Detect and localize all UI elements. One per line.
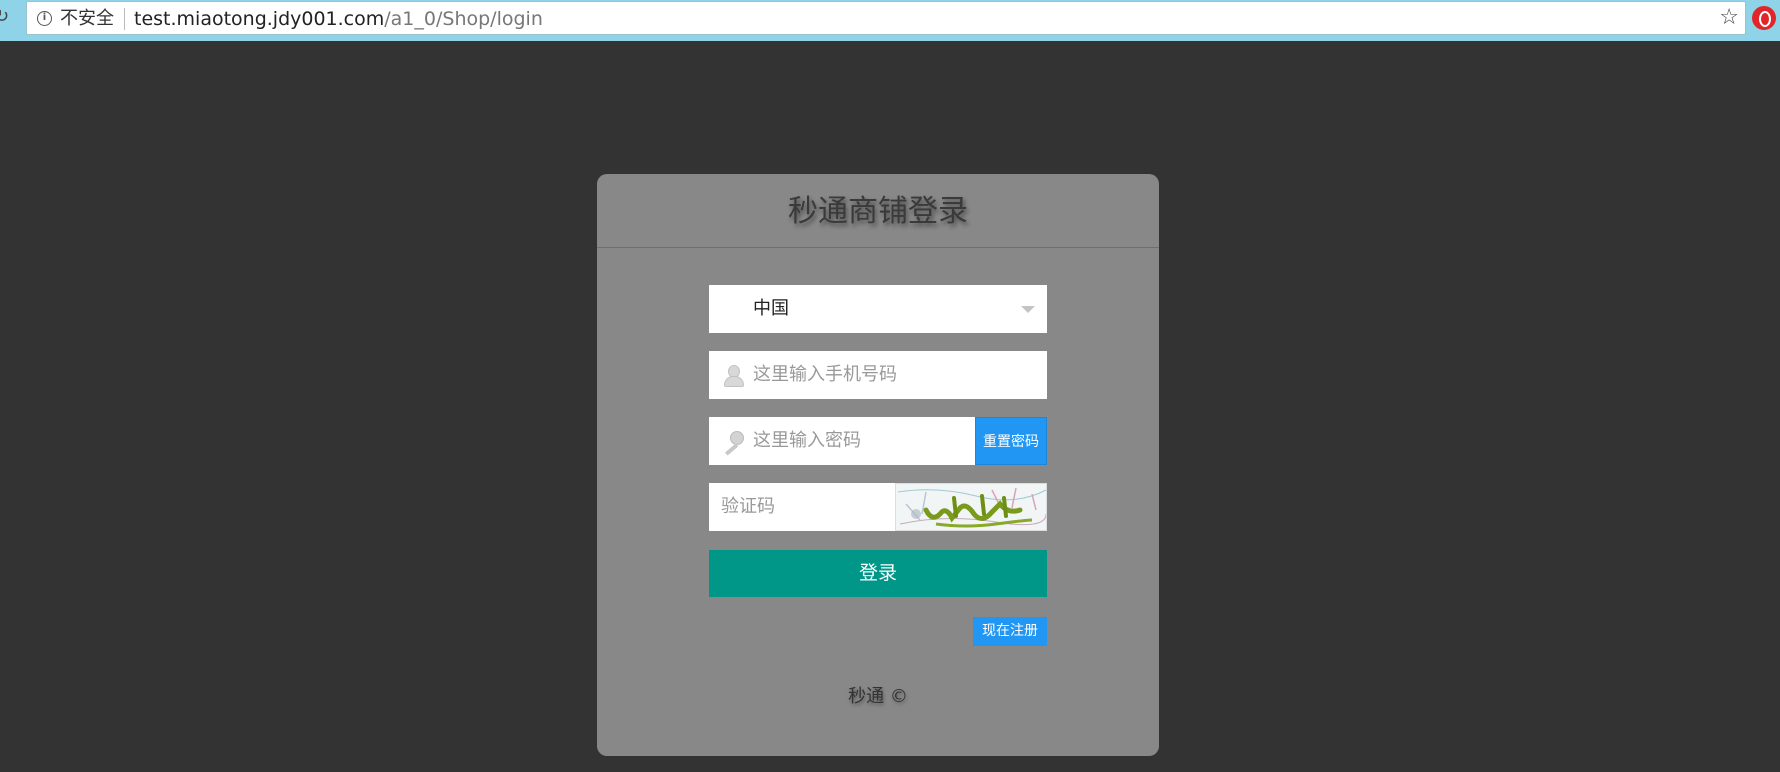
extension-icon[interactable] — [1752, 6, 1776, 30]
reset-password-button[interactable]: 重置密码 — [975, 417, 1047, 465]
browser-toolbar: ↻ i 不安全 test.miaotong.jdy001.com/a1_0/Sh… — [0, 0, 1780, 41]
star-icon[interactable]: ☆ — [1719, 6, 1739, 30]
chevron-down-icon — [1021, 306, 1035, 313]
key-icon — [721, 430, 745, 452]
url-path: /a1_0/Shop/login — [384, 8, 543, 30]
reload-icon[interactable]: ↻ — [0, 6, 14, 28]
info-icon[interactable]: i — [37, 11, 52, 26]
login-panel: 秒通商铺登录 中国 这里输入手机号码 这里输入密码 重置密码 验证码 登录 现在… — [597, 174, 1159, 756]
country-select[interactable]: 中国 — [709, 285, 1047, 333]
captcha-image[interactable] — [895, 483, 1047, 531]
captcha-placeholder: 验证码 — [721, 496, 775, 517]
url-text[interactable]: test.miaotong.jdy001.com/a1_0/Shop/login — [134, 8, 543, 30]
captcha-graphic — [896, 484, 1046, 530]
security-label[interactable]: 不安全 — [60, 8, 114, 30]
title-divider — [597, 247, 1159, 248]
address-bar[interactable]: i 不安全 test.miaotong.jdy001.com/a1_0/Shop… — [26, 1, 1746, 35]
captcha-input[interactable]: 验证码 — [709, 483, 895, 531]
phone-placeholder: 这里输入手机号码 — [753, 364, 897, 385]
copyright-text: 秒通 © — [848, 686, 908, 707]
page-title: 秒通商铺登录 — [788, 194, 968, 229]
user-icon — [723, 364, 744, 387]
country-value: 中国 — [753, 298, 789, 319]
password-placeholder: 这里输入密码 — [753, 430, 861, 451]
phone-input[interactable]: 这里输入手机号码 — [709, 351, 1047, 399]
address-separator — [124, 8, 125, 30]
url-host: test.miaotong.jdy001.com — [134, 8, 385, 30]
password-input[interactable]: 这里输入密码 — [709, 417, 975, 465]
login-button[interactable]: 登录 — [709, 550, 1047, 597]
register-button[interactable]: 现在注册 — [973, 617, 1047, 646]
